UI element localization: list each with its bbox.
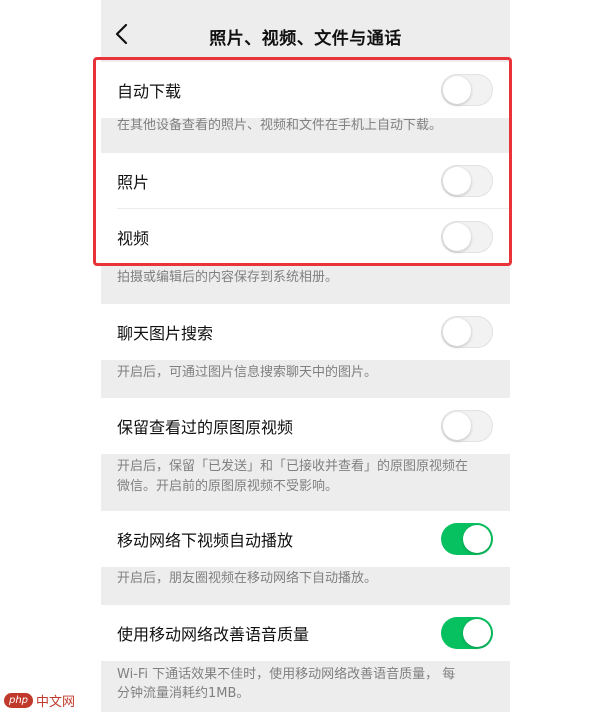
chat-image-search-row[interactable]: 聊天图片搜索 [101, 304, 510, 360]
autoplay-mobile-row[interactable]: 移动网络下视频自动播放 [101, 511, 510, 567]
toggle-knob [443, 318, 471, 346]
chat-image-search-label: 聊天图片搜索 [117, 324, 214, 343]
toggle-knob [463, 525, 491, 553]
keep-originals-description-line2: 微信。开启前的原图原视频不受影响。 [117, 479, 339, 494]
keep-originals-row[interactable]: 保留查看过的原图原视频 [101, 398, 510, 454]
voice-quality-row[interactable]: 使用移动网络改善语音质量 [101, 605, 510, 661]
watermark-text: 中文网 [36, 694, 76, 710]
page-title: 照片、视频、文件与通话 [209, 29, 402, 49]
keep-originals-description-line1: 开启后，保留「已发送」和「已接收并查看」的原图原视频在 [117, 459, 469, 474]
autoplay-mobile-label: 移动网络下视频自动播放 [117, 531, 294, 550]
toggle-knob [443, 412, 471, 440]
autoplay-mobile-description: 开启后，朋友圈视频在移动网络下自动播放。 [117, 571, 378, 586]
watermark-logo: php [4, 692, 34, 708]
voice-quality-toggle[interactable] [441, 617, 493, 649]
chat-image-search-description: 开启后，可通过图片信息搜索聊天中的图片。 [117, 365, 378, 380]
toggle-knob [463, 619, 491, 647]
voice-quality-label: 使用移动网络改善语音质量 [117, 625, 310, 644]
keep-originals-label: 保留查看过的原图原视频 [117, 418, 294, 437]
autoplay-mobile-toggle[interactable] [441, 523, 493, 555]
highlight-box [93, 57, 512, 266]
keep-originals-toggle[interactable] [441, 410, 493, 442]
chat-image-search-toggle[interactable] [441, 316, 493, 348]
watermark: php 中文网 [4, 690, 75, 710]
save-to-album-description: 拍摄或编辑后的内容保存到系统相册。 [117, 270, 339, 285]
nav-bar: 照片、视频、文件与通话 [101, 0, 510, 62]
voice-quality-description-line2: 分钟流量消耗约1MB。 [117, 686, 250, 701]
voice-quality-description-line1: Wi-Fi 下通话效果不佳时，使用移动网络改善语音质量， 每 [117, 667, 456, 682]
